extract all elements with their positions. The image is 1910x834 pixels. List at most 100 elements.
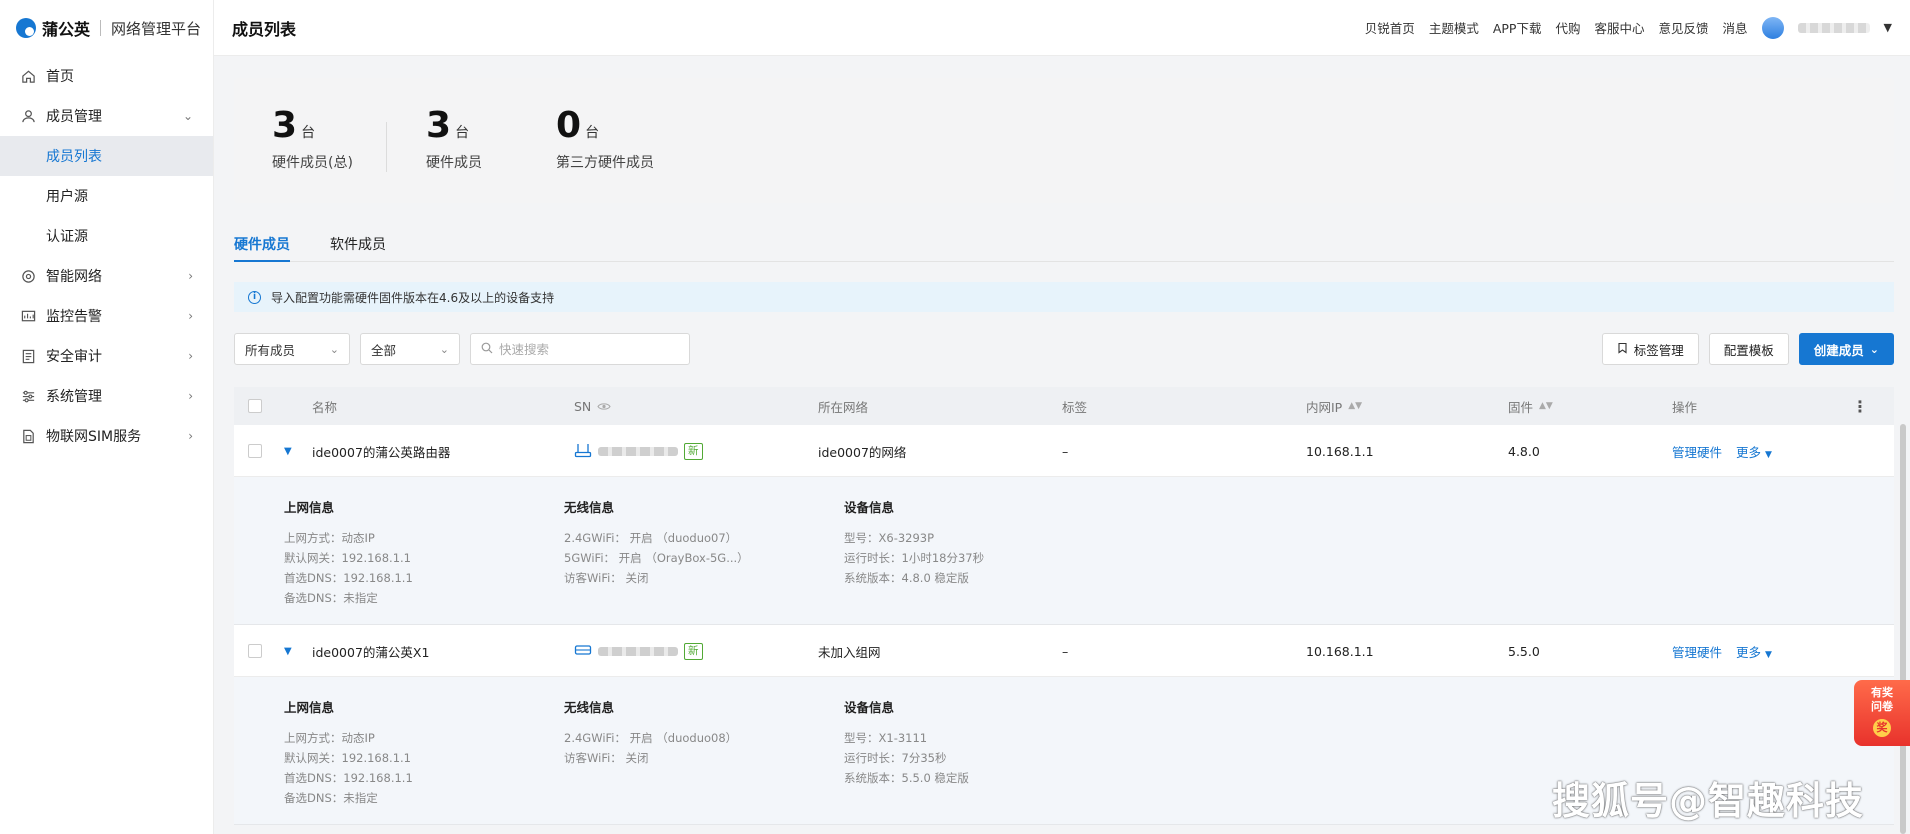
chevron-right-icon: ›: [188, 269, 193, 283]
column-settings-icon[interactable]: ⋮: [1852, 397, 1868, 416]
column-ops: 操作: [1672, 399, 1698, 415]
header-link-support[interactable]: 客服中心: [1594, 18, 1644, 37]
search-box: [470, 333, 690, 365]
row-ops: 管理硬件 更多 ▼: [1672, 625, 1772, 677]
sidebar-item-system-management[interactable]: 系统管理 ›: [0, 376, 213, 416]
chevron-right-icon: ›: [188, 389, 193, 403]
stats-panel: 3台 硬件成员(总) 3台 硬件成员 0台 第三方硬件成员: [234, 78, 1894, 203]
status-select[interactable]: 全部 ⌄: [360, 333, 460, 365]
table-row[interactable]: ▼ ide0007的蒲公英X1 新 未加入组网 – 10.168.1.1 5.5…: [234, 625, 1894, 677]
header-link-messages[interactable]: 消息: [1723, 18, 1748, 37]
stat-label: 硬件成员(总): [272, 155, 353, 171]
filter-bar: 所有成员 ⌄ 全部 ⌄: [234, 333, 690, 365]
chevron-right-icon: ›: [188, 309, 193, 323]
column-label: 内网IP: [1306, 399, 1343, 415]
manage-hardware-link[interactable]: 管理硬件: [1672, 442, 1722, 461]
sidebar-item-user-source[interactable]: 用户源: [0, 176, 213, 216]
member-tag: –: [1062, 643, 1069, 659]
detail-line: 首选DNS：192.168.1.1: [284, 571, 413, 585]
header-link-purchase[interactable]: 代购: [1555, 18, 1580, 37]
column-network: 所在网络: [818, 399, 869, 415]
sidebar-item-member-list[interactable]: 成员列表: [0, 136, 213, 176]
header-link-feedback[interactable]: 意见反馈: [1659, 18, 1709, 37]
tab-software-members[interactable]: 软件成员: [330, 222, 386, 261]
column-ip[interactable]: 内网IP ▲▼: [1306, 397, 1362, 416]
header-link-theme[interactable]: 主题模式: [1429, 18, 1479, 37]
member-name: ide0007的蒲公英路由器: [312, 444, 451, 460]
more-dropdown[interactable]: 更多 ▼: [1736, 442, 1772, 461]
member-firmware: 4.8.0: [1508, 443, 1540, 459]
select-all-checkbox[interactable]: [248, 399, 262, 413]
sim-icon: [20, 428, 36, 444]
member-ip: 10.168.1.1: [1306, 643, 1374, 659]
sidebar-item-label: 成员管理: [46, 109, 102, 125]
row-checkbox[interactable]: [248, 444, 262, 458]
row-checkbox[interactable]: [248, 644, 262, 658]
member-network: 未加入组网: [818, 644, 881, 660]
detail-line: 备选DNS：未指定: [284, 591, 378, 605]
manage-hardware-link[interactable]: 管理硬件: [1672, 642, 1722, 661]
coin-icon: 奖: [1873, 719, 1891, 737]
detail-line: 2.4GWiFi： 开启 （duoduo07）: [564, 531, 738, 545]
detail-title: 上网信息: [284, 700, 335, 715]
stat-label: 硬件成员: [426, 155, 482, 171]
network-icon: [20, 268, 36, 284]
device-box-icon: [574, 643, 592, 660]
caret-down-icon: ▼: [1765, 449, 1772, 460]
settings-icon: [20, 388, 36, 404]
stat-value: 0: [556, 105, 582, 146]
sidebar-item-smart-network[interactable]: 智能网络 ›: [0, 256, 213, 296]
detail-line: 首选DNS：192.168.1.1: [284, 771, 413, 785]
more-vertical-icon[interactable]: ⋮: [1852, 397, 1868, 416]
username-masked[interactable]: [1797, 22, 1870, 33]
member-network: ide0007的网络: [818, 444, 907, 460]
sidebar-item-iot-sim[interactable]: 物联网SIM服务 ›: [0, 416, 213, 456]
config-template-button[interactable]: 配置模板: [1708, 333, 1789, 365]
avatar[interactable]: [1761, 16, 1784, 39]
sidebar-item-member-management[interactable]: 成员管理 ⌄: [0, 96, 213, 136]
search-input[interactable]: [499, 341, 679, 357]
detail-internet: 上网信息 上网方式：动态IP 默认网关：192.168.1.1 首选DNS：19…: [284, 497, 413, 608]
table-row[interactable]: ▼ ide0007的蒲公英路由器 新 ide0007的网络 – 10.168.1…: [234, 425, 1894, 477]
caret-down-icon[interactable]: ▼: [1884, 21, 1892, 34]
row-detail: 上网信息 上网方式：动态IP 默认网关：192.168.1.1 首选DNS：19…: [234, 477, 1894, 625]
checkbox[interactable]: [248, 399, 262, 413]
chevron-down-icon: ⌄: [182, 109, 193, 123]
column-label: SN: [574, 398, 592, 414]
sidebar-item-home[interactable]: 首页: [0, 56, 213, 96]
header-link-oray-home[interactable]: 贝锐首页: [1365, 18, 1415, 37]
tag-manage-button[interactable]: 标签管理: [1601, 333, 1699, 365]
promo-line: 问卷: [1871, 700, 1893, 713]
button-label: 创建成员: [1813, 342, 1864, 358]
stat-value: 3: [272, 105, 298, 146]
survey-promo-badge[interactable]: 有奖 问卷 奖: [1854, 680, 1910, 746]
more-dropdown[interactable]: 更多 ▼: [1736, 642, 1772, 661]
detail-line: 默认网关：192.168.1.1: [284, 751, 411, 765]
sidebar-item-label: 智能网络: [46, 269, 102, 285]
expand-caret-icon[interactable]: ▼: [284, 446, 292, 457]
create-member-button[interactable]: 创建成员 ⌄: [1798, 333, 1894, 365]
column-firmware[interactable]: 固件 ▲▼: [1508, 397, 1553, 416]
brand-name: 蒲公英: [42, 20, 91, 39]
vertical-scrollbar[interactable]: [1900, 424, 1906, 834]
detail-line: 默认网关：192.168.1.1: [284, 551, 411, 565]
sidebar-item-monitor-alert[interactable]: 监控告警 ›: [0, 296, 213, 336]
watermark: 搜狐号@智趣科技: [1551, 779, 1864, 823]
expand-caret-icon[interactable]: ▼: [284, 646, 292, 657]
sidebar-item-auth-source[interactable]: 认证源: [0, 216, 213, 256]
brand-logo[interactable]: 蒲公英 网络管理平台: [0, 0, 213, 56]
detail-title: 无线信息: [564, 500, 615, 515]
select-value: 全部: [371, 342, 397, 358]
eye-icon[interactable]: [597, 399, 611, 414]
detail-line: 运行时长：1小时18分37秒: [844, 551, 985, 565]
sn-masked: [598, 446, 678, 456]
sort-icon: ▲▼: [1348, 401, 1363, 411]
header-link-app-download[interactable]: APP下载: [1493, 18, 1542, 37]
sidebar-item-security-audit[interactable]: 安全审计 ›: [0, 336, 213, 376]
stat-divider: [386, 122, 387, 172]
tag-icon: [1617, 342, 1628, 357]
tab-hardware-members[interactable]: 硬件成员: [234, 222, 290, 262]
detail-wireless: 无线信息 2.4GWiFi： 开启 （duoduo08） 访客WiFi： 关闭: [564, 697, 737, 768]
member-type-select[interactable]: 所有成员 ⌄: [234, 333, 350, 365]
stat-hardware-total: 3台 硬件成员(总): [272, 106, 353, 172]
